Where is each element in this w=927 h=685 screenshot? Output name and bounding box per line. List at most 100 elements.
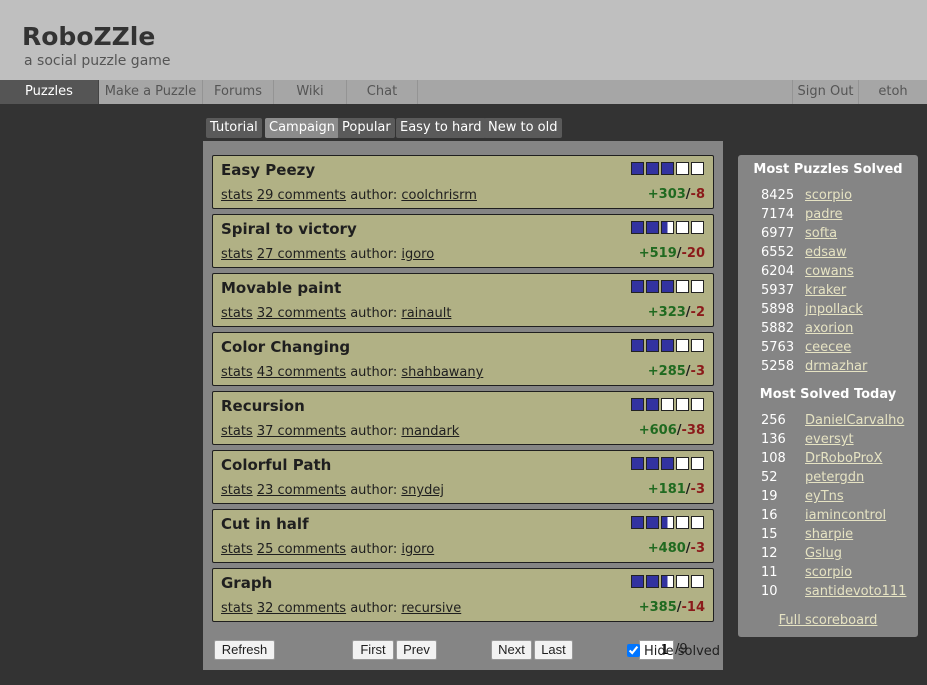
comments-link[interactable]: 32 comments (257, 601, 346, 616)
next-page-button[interactable]: Next (491, 640, 532, 660)
upvotes[interactable]: +303 (648, 187, 686, 202)
author-link[interactable]: coolchrisrm (401, 188, 477, 203)
user-link[interactable]: iamincontrol (805, 508, 886, 523)
puzzle-title[interactable]: Color Changing (221, 338, 350, 356)
comments-link[interactable]: 29 comments (257, 188, 346, 203)
upvotes[interactable]: +385 (639, 600, 677, 615)
tab-campaign[interactable]: Campaign (265, 118, 340, 138)
comments-link[interactable]: 27 comments (257, 247, 346, 262)
comments-link[interactable]: 23 comments (257, 483, 346, 498)
tab-easy-to-hard[interactable]: Easy to hard (396, 118, 486, 138)
nav-chat[interactable]: Chat (347, 80, 418, 104)
author-label: author: (350, 601, 398, 616)
refresh-button[interactable]: Refresh (214, 640, 275, 660)
stats-link[interactable]: stats (221, 542, 253, 557)
downvotes[interactable]: -20 (682, 246, 706, 261)
nav-make-a-puzzle[interactable]: Make a Puzzle (99, 80, 203, 104)
user-link[interactable]: petergdn (805, 470, 864, 485)
comments-link[interactable]: 37 comments (257, 424, 346, 439)
downvotes[interactable]: -14 (682, 600, 706, 615)
user-link[interactable]: ceecee (805, 340, 851, 355)
prev-page-button[interactable]: Prev (396, 640, 437, 660)
tab-new-to-old[interactable]: New to old (484, 118, 562, 138)
user-link[interactable]: jnpollack (805, 302, 863, 317)
user-link[interactable]: padre (805, 207, 843, 222)
puzzle-title[interactable]: Spiral to victory (221, 220, 357, 238)
comments-link[interactable]: 25 comments (257, 542, 346, 557)
nav-forums[interactable]: Forums (203, 80, 274, 104)
user-link[interactable]: DrRoboProX (805, 451, 883, 466)
stats-link[interactable]: stats (221, 483, 253, 498)
comments-link[interactable]: 43 comments (257, 365, 346, 380)
downvotes[interactable]: -3 (691, 541, 705, 556)
user-link[interactable]: eversyt (805, 432, 854, 447)
user-link[interactable]: DanielCarvalho (805, 413, 904, 428)
comments-link[interactable]: 32 comments (257, 306, 346, 321)
puzzle-title[interactable]: Movable paint (221, 279, 341, 297)
user-link[interactable]: cowans (805, 264, 854, 279)
difficulty-square (631, 398, 644, 411)
author-link[interactable]: igoro (401, 247, 434, 262)
user-link[interactable]: drmazhar (805, 359, 867, 374)
upvotes[interactable]: +323 (648, 305, 686, 320)
stats-link[interactable]: stats (221, 424, 253, 439)
upvotes[interactable]: +606 (639, 423, 677, 438)
author-link[interactable]: rainault (401, 306, 451, 321)
downvotes[interactable]: -8 (691, 187, 705, 202)
upvotes[interactable]: +181 (648, 482, 686, 497)
author-link[interactable]: recursive (401, 601, 461, 616)
author-link[interactable]: igoro (401, 542, 434, 557)
puzzle-title[interactable]: Colorful Path (221, 456, 331, 474)
difficulty-square (661, 339, 674, 352)
solved-count: 5898 (761, 302, 795, 317)
stats-link[interactable]: stats (221, 306, 253, 321)
difficulty-square (631, 457, 644, 470)
nav-sign-out[interactable]: Sign Out (792, 80, 859, 104)
puzzle-title[interactable]: Cut in half (221, 515, 309, 533)
downvotes[interactable]: -3 (691, 364, 705, 379)
tab-popular[interactable]: Popular (338, 118, 395, 138)
author-link[interactable]: mandark (401, 424, 459, 439)
user-link[interactable]: eyTns (805, 489, 844, 504)
tab-tutorial[interactable]: Tutorial (206, 118, 262, 138)
last-page-button[interactable]: Last (534, 640, 573, 660)
stats-link[interactable]: stats (221, 188, 253, 203)
site-title[interactable]: RoboZZle (22, 22, 155, 51)
hide-solved-checkbox[interactable] (627, 644, 640, 657)
downvotes[interactable]: -2 (691, 305, 705, 320)
downvotes[interactable]: -3 (691, 482, 705, 497)
nav-username[interactable]: etoh (859, 80, 927, 104)
puzzle-title[interactable]: Easy Peezy (221, 161, 315, 179)
stats-link[interactable]: stats (221, 247, 253, 262)
user-link[interactable]: scorpio (805, 565, 852, 580)
stats-link[interactable]: stats (221, 601, 253, 616)
difficulty-rating (629, 339, 704, 352)
puzzle-meta: stats 37 comments author: mandark (221, 424, 459, 439)
author-link[interactable]: snydej (401, 483, 444, 498)
upvotes[interactable]: +285 (648, 364, 686, 379)
user-link[interactable]: Gslug (805, 546, 842, 561)
puzzle-meta: stats 25 comments author: igoro (221, 542, 434, 557)
nav-wiki[interactable]: Wiki (274, 80, 347, 104)
upvotes[interactable]: +519 (639, 246, 677, 261)
solved-count: 6977 (761, 226, 795, 241)
puzzle-title[interactable]: Recursion (221, 397, 305, 415)
user-link[interactable]: sharpie (805, 527, 853, 542)
puzzle-title[interactable]: Graph (221, 574, 272, 592)
solved-count: 10 (761, 584, 778, 599)
author-link[interactable]: shahbawany (401, 365, 483, 380)
nav-puzzles[interactable]: Puzzles (0, 80, 99, 104)
user-link[interactable]: kraker (805, 283, 846, 298)
stats-link[interactable]: stats (221, 365, 253, 380)
difficulty-square (646, 398, 659, 411)
user-link[interactable]: scorpio (805, 188, 852, 203)
user-link[interactable]: softa (805, 226, 837, 241)
upvotes[interactable]: +480 (648, 541, 686, 556)
full-scoreboard-link[interactable]: Full scoreboard (738, 613, 918, 628)
downvotes[interactable]: -38 (682, 423, 706, 438)
first-page-button[interactable]: First (352, 640, 394, 660)
user-link[interactable]: santidevoto111 (805, 584, 906, 599)
user-link[interactable]: edsaw (805, 245, 847, 260)
user-link[interactable]: axorion (805, 321, 853, 336)
leaderboard-row: 256 DanielCarvalho (738, 413, 918, 432)
